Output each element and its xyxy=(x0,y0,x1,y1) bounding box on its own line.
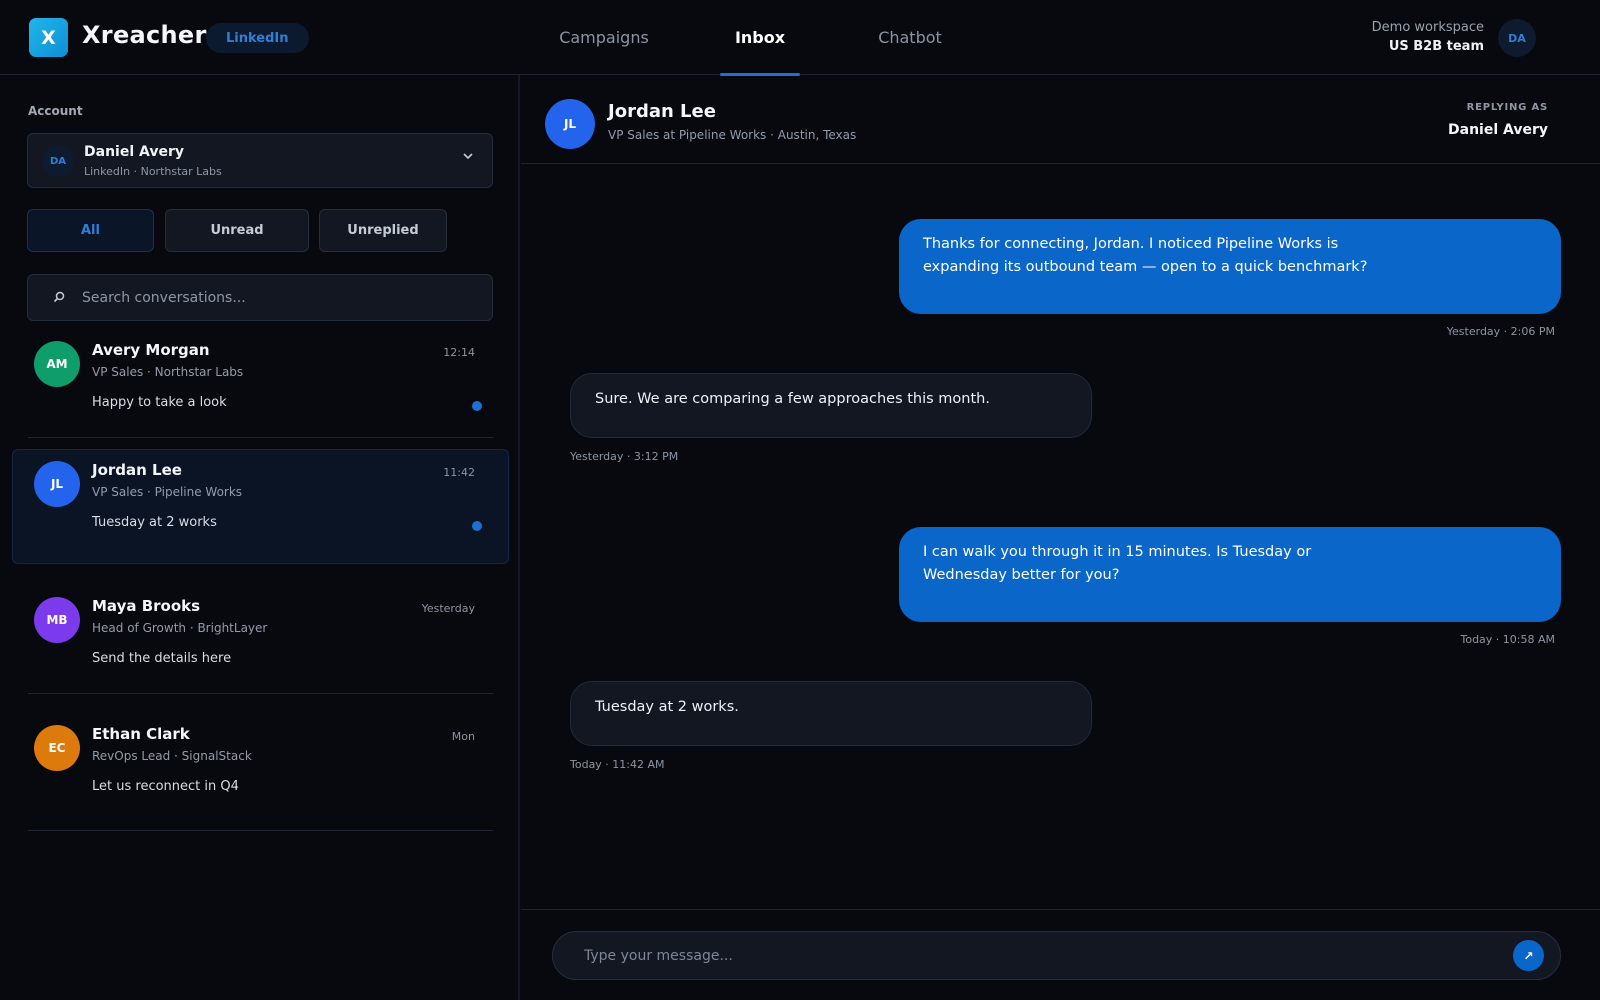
send-button[interactable]: ↗ xyxy=(1513,940,1544,971)
search-input[interactable] xyxy=(82,275,482,320)
conversation-item[interactable]: MB Maya Brooks Yesterday Head of Growth … xyxy=(12,585,509,700)
unread-dot-icon xyxy=(472,521,482,531)
filter-unreplied-button[interactable]: Unreplied xyxy=(319,209,447,252)
conversation-subtitle: Head of Growth · BrightLayer xyxy=(92,621,268,635)
top-bar: X Xreacher LinkedIn Campaigns Inbox Chat… xyxy=(0,0,1600,76)
filter-all-button[interactable]: All xyxy=(27,209,154,252)
conversation-time: Mon xyxy=(451,730,475,743)
conversation-subtitle: VP Sales · Pipeline Works xyxy=(92,485,243,499)
conversation-name: Avery Morgan xyxy=(92,341,210,359)
divider xyxy=(28,437,493,438)
conversation-name: Jordan Lee xyxy=(92,461,182,479)
workspace-team: US B2B team xyxy=(1388,39,1484,54)
message-bubble-outgoing: I can walk you through it in 15 minutes.… xyxy=(899,527,1561,622)
conversation-preview: Let us reconnect in Q4 xyxy=(92,779,239,794)
contact-subtitle: VP Sales at Pipeline Works · Austin, Tex… xyxy=(608,128,857,142)
message-text: Sure. We are comparing a few approaches … xyxy=(595,391,990,407)
account-name: Daniel Avery xyxy=(84,144,184,160)
account-avatar: DA xyxy=(42,145,74,177)
divider xyxy=(521,909,1600,910)
chevron-down-icon xyxy=(462,150,474,166)
message-bubble-incoming: Sure. We are comparing a few approaches … xyxy=(570,373,1092,438)
channel-badge: LinkedIn xyxy=(206,23,309,53)
conversation-subtitle: VP Sales · Northstar Labs xyxy=(92,365,244,379)
avatar: EC xyxy=(34,725,80,771)
conversation-preview: Happy to take a look xyxy=(92,395,227,410)
replying-as-name: Daniel Avery xyxy=(1448,122,1548,138)
search-box xyxy=(27,274,493,321)
app-logo[interactable]: X xyxy=(29,18,68,57)
conversation-name: Maya Brooks xyxy=(92,597,201,615)
filter-unread-button[interactable]: Unread xyxy=(165,209,309,252)
workspace-switcher[interactable]: Demo workspace US B2B team xyxy=(1372,20,1484,54)
conversation-preview: Tuesday at 2 works xyxy=(92,515,217,530)
message-time: Yesterday · 2:06 PM xyxy=(1446,325,1555,338)
conversation-time: Yesterday xyxy=(421,602,475,615)
tab-chatbot[interactable]: Chatbot xyxy=(866,0,954,75)
message-text: Thanks for connecting, Jordan. I noticed… xyxy=(923,236,1368,275)
avatar: AM xyxy=(34,341,80,387)
chat-pane: JL Jordan Lee VP Sales at Pipeline Works… xyxy=(521,75,1600,1000)
search-icon xyxy=(52,289,68,305)
replying-as-label: REPLYING AS xyxy=(1466,102,1548,113)
conversation-time: 11:42 xyxy=(443,466,475,479)
conversation-subtitle: RevOps Lead · SignalStack xyxy=(92,749,252,763)
send-arrow-icon: ↗ xyxy=(1523,948,1534,963)
message-time: Today · 11:42 AM xyxy=(570,758,665,771)
conversation-sidebar: Account DA Daniel Avery LinkedIn · North… xyxy=(0,75,520,1000)
message-text: I can walk you through it in 15 minutes.… xyxy=(923,544,1312,583)
message-bubble-outgoing: Thanks for connecting, Jordan. I noticed… xyxy=(899,219,1561,314)
conversation-item[interactable]: EC Ethan Clark Mon RevOps Lead · SignalS… xyxy=(12,713,509,828)
conversation-time: 12:14 xyxy=(443,346,475,359)
chat-header: JL Jordan Lee VP Sales at Pipeline Works… xyxy=(521,75,1600,164)
account-section-label: Account xyxy=(28,104,83,118)
message-text: Tuesday at 2 works. xyxy=(595,699,739,715)
account-select[interactable]: DA Daniel Avery LinkedIn · Northstar Lab… xyxy=(27,133,493,188)
user-avatar[interactable]: DA xyxy=(1498,19,1536,57)
avatar: JL xyxy=(34,461,80,507)
tab-inbox[interactable]: Inbox xyxy=(720,0,800,76)
unread-dot-icon xyxy=(472,401,482,411)
message-bubble-incoming: Tuesday at 2 works. xyxy=(570,681,1092,746)
conversation-name: Ethan Clark xyxy=(92,725,190,743)
workspace-name: Demo workspace xyxy=(1371,20,1484,35)
conversation-item[interactable]: AM Avery Morgan 12:14 VP Sales · Northst… xyxy=(12,329,509,444)
divider xyxy=(28,693,493,694)
account-subtitle: LinkedIn · Northstar Labs xyxy=(84,165,222,178)
brand-name: Xreacher xyxy=(82,21,207,49)
avatar: MB xyxy=(34,597,80,643)
divider xyxy=(28,830,493,831)
message-input[interactable] xyxy=(584,932,1484,979)
message-time: Today · 10:58 AM xyxy=(1460,633,1555,646)
conversation-item-selected[interactable]: JL Jordan Lee 11:42 VP Sales · Pipeline … xyxy=(12,449,509,564)
message-time: Yesterday · 3:12 PM xyxy=(570,450,679,463)
contact-name[interactable]: Jordan Lee xyxy=(608,101,716,122)
tab-campaigns[interactable]: Campaigns xyxy=(552,0,656,75)
conversation-preview: Send the details here xyxy=(92,651,232,666)
message-composer: ↗ xyxy=(552,931,1561,980)
contact-avatar[interactable]: JL xyxy=(545,99,595,149)
